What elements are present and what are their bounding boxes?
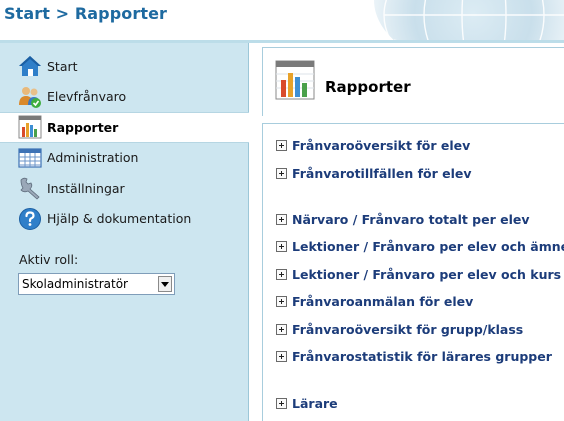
reports-chart-icon [275,60,315,100]
sidebar-item-administration[interactable]: Administration [0,143,249,174]
help-icon [18,207,42,231]
report-link[interactable]: Frånvaroöversikt för elev [292,138,470,153]
expand-plus-icon[interactable] [276,324,287,335]
list-item[interactable]: Närvaro / Frånvaro totalt per elev [276,212,530,227]
report-link[interactable]: Närvaro / Frånvaro totalt per elev [292,212,530,227]
globe-decoration-icon [374,0,564,40]
expand-plus-icon[interactable] [276,296,287,307]
list-item[interactable]: Lärare [276,396,338,411]
report-link[interactable]: Lärare [292,396,338,411]
sidebar-item-hjalp[interactable]: Hjälp & dokumentation [0,204,249,235]
list-item[interactable]: Frånvaroöversikt för grupp/klass [276,322,523,337]
report-link[interactable]: Lektioner / Frånvaro per elev och kurs [292,267,561,282]
sidebar-item-label: Administration [47,150,139,166]
student-check-icon [18,85,42,109]
page-header-panel: Rapporter [262,47,564,116]
expand-plus-icon[interactable] [276,140,287,151]
sidebar-item-installningar[interactable]: Inställningar [0,173,249,204]
expand-plus-icon[interactable] [276,168,287,179]
report-link[interactable]: Frånvarostatistik för lärares grupper [292,349,552,364]
role-label: Aktiv roll: [19,252,79,267]
sidebar-item-label: Elevfrånvaro [47,89,127,105]
sidebar-item-label: Start [47,58,78,74]
expand-plus-icon[interactable] [276,398,287,409]
bar-chart-icon [18,115,42,139]
sidebar-item-start[interactable]: Start [0,51,249,82]
sidebar-item-rapporter[interactable]: Rapporter [0,112,249,143]
header: Start > Rapporter [0,0,564,40]
expand-plus-icon[interactable] [276,351,287,362]
report-link[interactable]: Frånvaroöversikt för grupp/klass [292,322,523,337]
sidebar-nav: Start Elevfrånvaro Rapporter Administrat… [0,51,249,234]
wrench-icon [18,176,42,200]
list-item[interactable]: Frånvaroöversikt för elev [276,138,470,153]
sidebar-item-label: Inställningar [47,180,125,196]
role-select[interactable]: Skoladministratör [18,273,175,295]
expand-plus-icon[interactable] [276,214,287,225]
home-icon [18,54,42,78]
grid-table-icon [18,146,42,170]
sidebar-item-elevfranvaro[interactable]: Elevfrånvaro [0,82,249,113]
report-link[interactable]: Frånvarotillfällen för elev [292,166,472,181]
chevron-down-icon[interactable] [158,276,172,292]
role-select-value: Skoladministratör [22,277,128,291]
list-item[interactable]: Lektioner / Frånvaro per elev och ämne [276,239,564,254]
page-title: Rapporter [325,78,411,96]
expand-plus-icon[interactable] [276,241,287,252]
expand-plus-icon[interactable] [276,269,287,280]
reports-list: Frånvaroöversikt för elev Frånvarotillfä… [262,123,564,421]
breadcrumb: Start > Rapporter [4,4,168,23]
sidebar-item-label: Hjälp & dokumentation [47,211,192,227]
list-item[interactable]: Frånvarostatistik för lärares grupper [276,349,552,364]
report-link[interactable]: Lektioner / Frånvaro per elev och ämne [292,239,564,254]
list-item[interactable]: Lektioner / Frånvaro per elev och kurs [276,267,561,282]
sidebar: Start Elevfrånvaro Rapporter Administrat… [0,43,249,421]
report-link[interactable]: Frånvaroanmälan för elev [292,294,473,309]
list-item[interactable]: Frånvarotillfällen för elev [276,166,472,181]
list-item[interactable]: Frånvaroanmälan för elev [276,294,473,309]
sidebar-item-label: Rapporter [47,119,119,135]
